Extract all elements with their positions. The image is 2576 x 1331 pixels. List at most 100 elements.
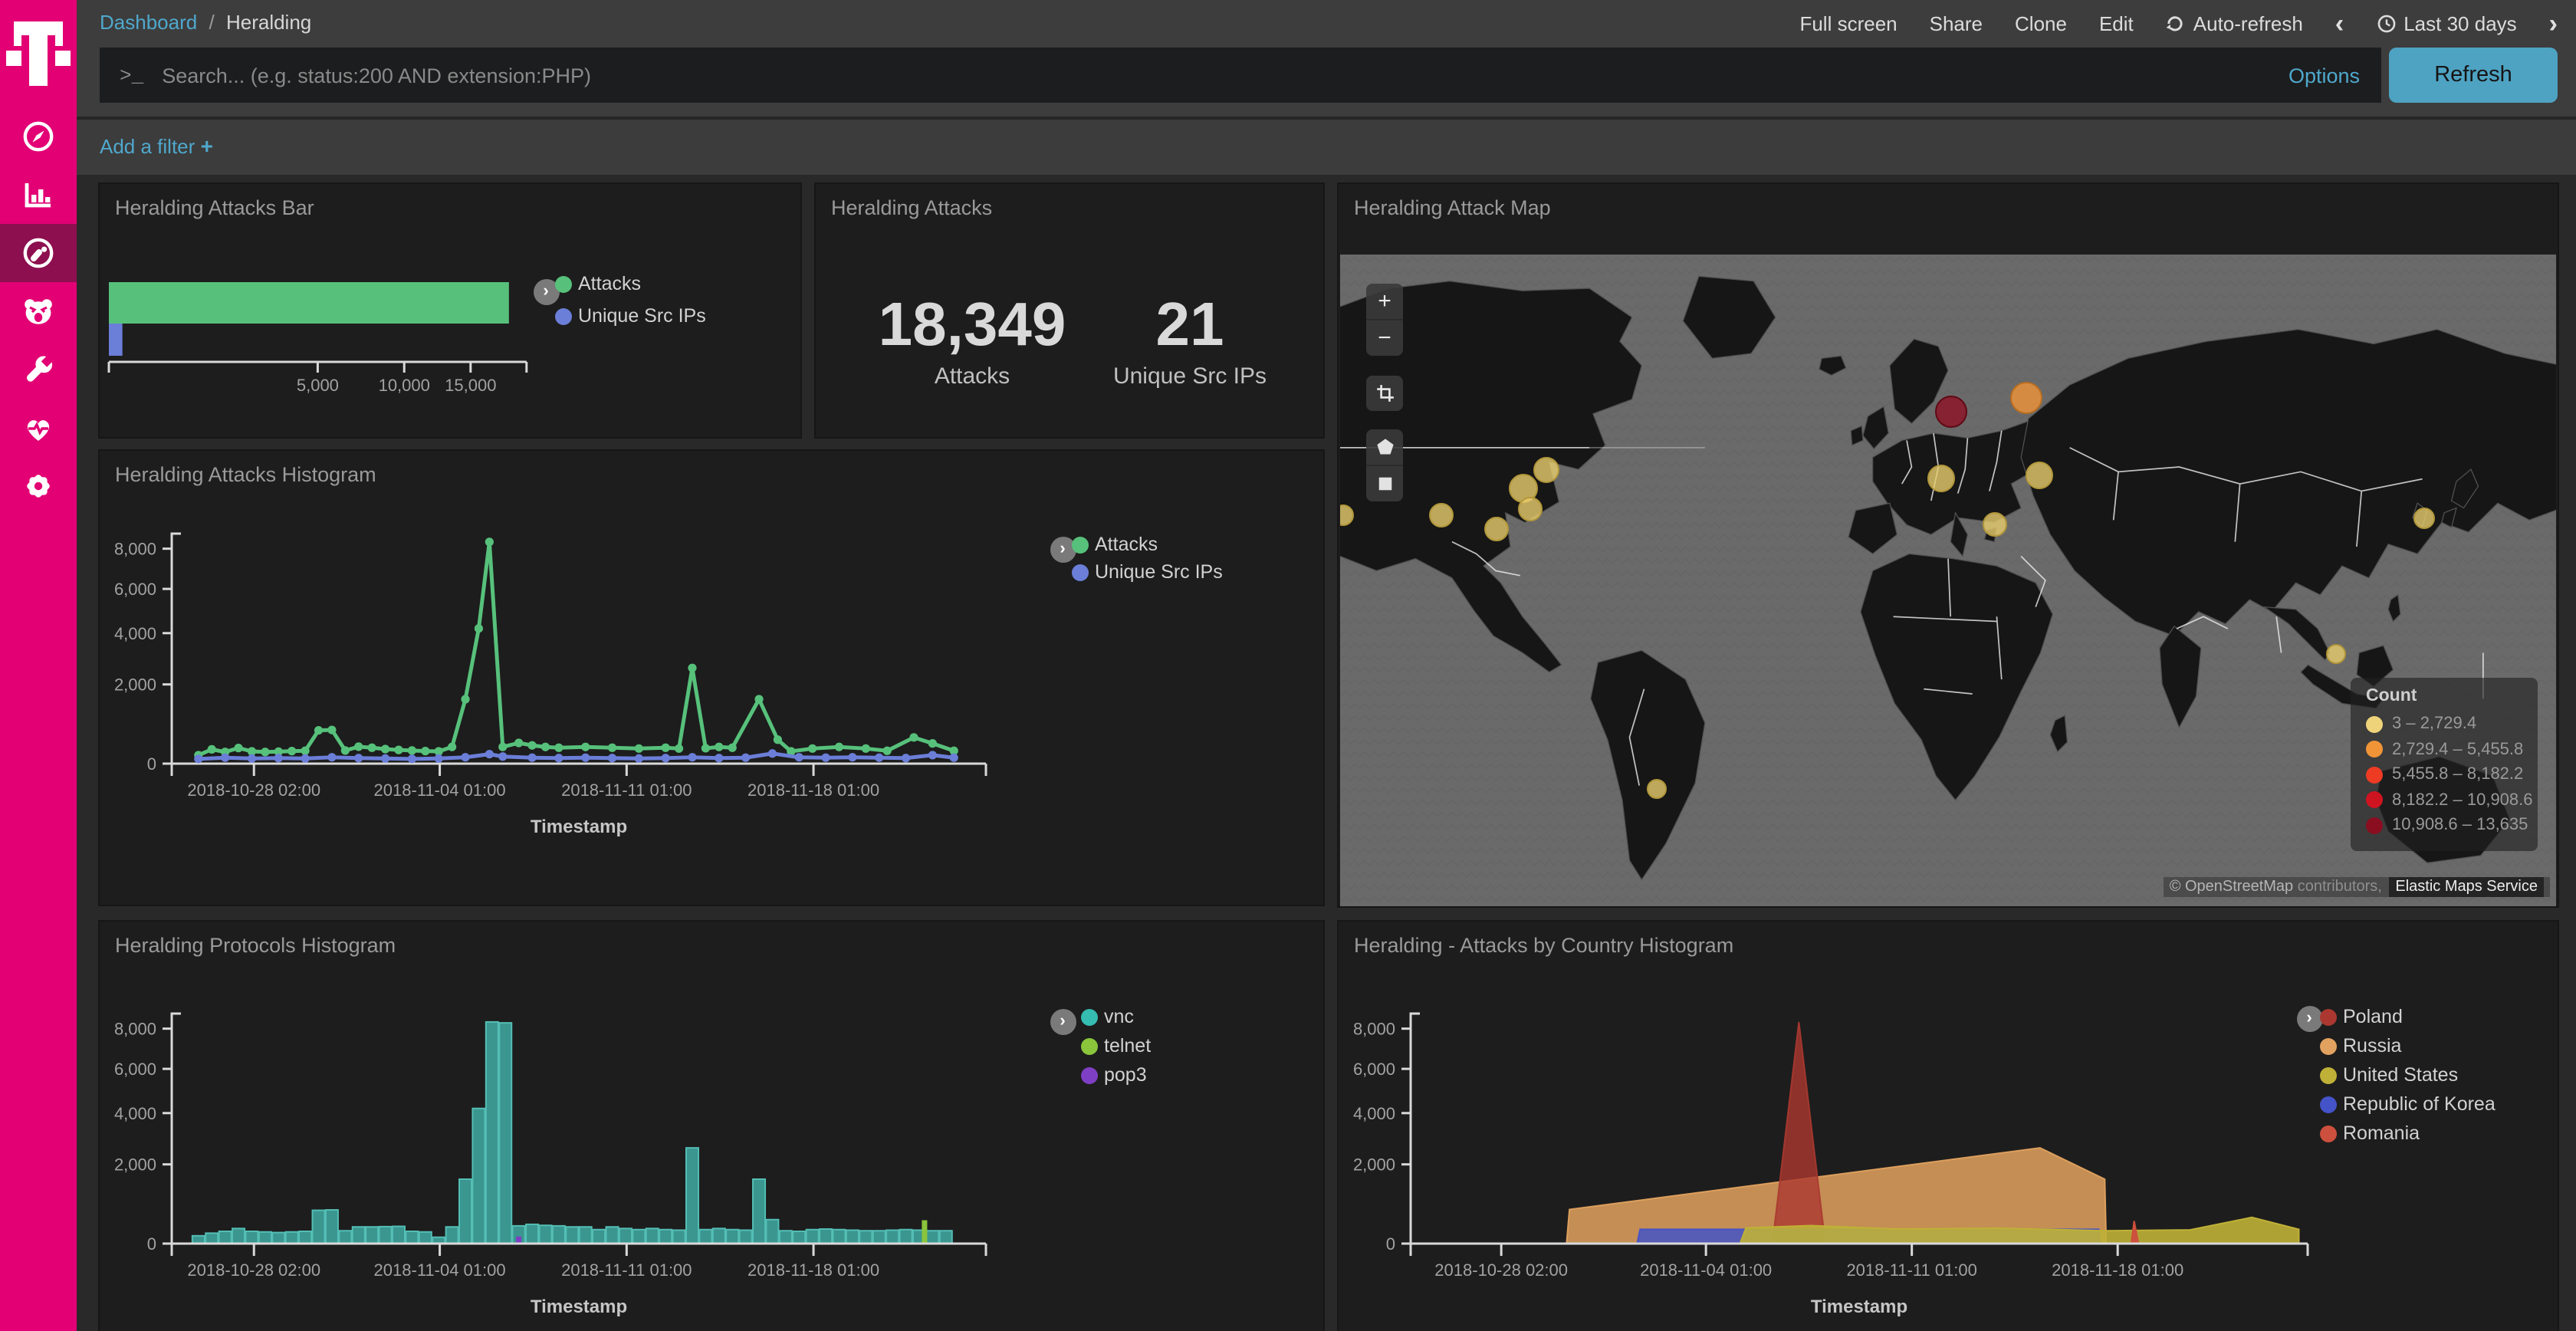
map-attribution: © OpenStreetMap contributors, Elastic Ma… [2164,877,2550,897]
search-box: >_ Options [100,48,2381,103]
refresh-button[interactable]: Refresh [2389,48,2558,103]
panel-title[interactable]: Heralding Attacks [831,196,992,219]
legend-label: pop3 [1104,1064,1147,1086]
map-legend-item: 8,182.2 – 10,908.6 [2366,787,2538,813]
legend-item[interactable]: Russia [2320,1035,2401,1057]
legend-color-dot [2366,817,2383,834]
sidebar-item-t-pot[interactable] [0,282,77,340]
legend-color-dot [2320,1037,2337,1054]
sidebar-item-dashboard[interactable] [0,224,77,282]
svg-text:8,000: 8,000 [114,1020,156,1039]
legend-item[interactable]: Romania [2320,1122,2420,1144]
legend-item[interactable]: Attacks [1072,534,1158,555]
svg-text:2018-11-18 01:00: 2018-11-18 01:00 [748,1260,879,1280]
legend-item[interactable]: United States [2320,1064,2458,1086]
share-button[interactable]: Share [1930,12,1983,35]
attack-location-dot[interactable] [1517,497,1542,521]
country-histogram-chart[interactable]: 02,0004,0006,0008,0002018-10-28 02:00201… [1339,922,2558,1331]
sidebar-item-monitoring[interactable] [0,399,77,457]
auto-refresh-button[interactable]: Auto-refresh [2166,12,2303,35]
plus-icon: + [201,133,213,158]
zoom-out-button[interactable]: − [1366,320,1403,356]
legend-item[interactable]: Poland [2320,1006,2403,1027]
bear-icon [21,294,55,328]
svg-text:2018-10-28 02:00: 2018-10-28 02:00 [1434,1260,1568,1280]
panel-title[interactable]: Heralding Protocols Histogram [115,934,396,957]
sidebar-item-management[interactable] [0,457,77,515]
legend-item[interactable]: telnet [1081,1035,1151,1057]
legend-label: Republic of Korea [2343,1093,2496,1115]
full-screen-button[interactable]: Full screen [1799,12,1897,35]
legend-color-dot [1081,1008,1098,1025]
svg-text:2,000: 2,000 [114,1155,156,1175]
openstreetmap-link[interactable]: © OpenStreetMap [2170,879,2294,896]
legend-item[interactable]: Unique Src IPs [555,305,706,327]
add-filter-link[interactable]: Add a filter + [100,133,213,158]
time-range-picker[interactable]: Last 30 days [2376,12,2516,35]
telekom-logo-shape [29,21,48,86]
legend-label: telnet [1104,1035,1151,1057]
breadcrumb-dashboard-link[interactable]: Dashboard [100,11,197,34]
svg-text:6,000: 6,000 [1353,1060,1395,1079]
rectangle-draw-button[interactable] [1366,466,1403,501]
legend-label: Poland [2343,1006,2403,1027]
legend-toggle-arrow[interactable]: › [2296,1005,2322,1031]
legend-label: Attacks [578,273,641,294]
map-count-legend: Count 3 – 2,729.42,729.4 – 5,455.85,455.… [2351,678,2538,850]
legend-item[interactable]: Attacks [555,273,641,294]
legend-label: Attacks [1095,534,1158,555]
svg-text:6,000: 6,000 [114,1060,156,1079]
polygon-draw-button[interactable] [1366,429,1403,466]
legend-item[interactable]: vnc [1081,1006,1134,1027]
legend-item[interactable]: pop3 [1081,1064,1147,1086]
telekom-logo[interactable] [0,0,77,92]
legend-range-label: 2,729.4 – 5,455.8 [2392,741,2523,759]
svg-text:2,000: 2,000 [114,675,156,695]
attack-location-dot[interactable] [1429,503,1454,527]
options-link[interactable]: Options [2288,64,2360,87]
breadcrumb-separator: / [202,11,220,34]
breadcrumb-current: Heralding [226,11,311,34]
panel-heralding-attack-map: Heralding Attack Map [1339,184,2558,906]
crop-fit-button[interactable] [1366,376,1403,411]
legend-title: Count [2366,687,2538,705]
elastic-maps-service-link[interactable]: Elastic Maps Service [2389,877,2544,897]
panel-title[interactable]: Heralding Attacks Histogram [115,463,376,486]
legend-range-label: 8,182.2 – 10,908.6 [2392,791,2533,810]
attack-map-canvas[interactable]: + − [1340,255,2556,906]
panel-title[interactable]: Heralding Attack Map [1354,196,1551,219]
zoom-in-button[interactable]: + [1366,284,1403,320]
protocols-histogram-chart[interactable]: 02,0004,0006,0008,0002018-10-28 02:00201… [100,922,1323,1331]
wrench-icon [21,353,55,386]
legend-item[interactable]: Unique Src IPs [1072,561,1223,583]
panel-title[interactable]: Heralding Attacks Bar [115,196,314,219]
clone-button[interactable]: Clone [2015,12,2067,35]
attack-location-dot[interactable] [1927,465,1954,492]
time-back-button[interactable]: ‹ [2335,10,2344,36]
legend-color-dot [1072,536,1089,553]
edit-button[interactable]: Edit [2099,12,2134,35]
kibana-dashboard: Dashboard / Heralding Full screen Share … [0,0,2576,1331]
attack-location-dot[interactable] [2026,461,2053,488]
legend-color-dot [1081,1037,1098,1054]
map-legend-item: 2,729.4 – 5,455.8 [2366,737,2538,762]
attack-location-dot[interactable] [2326,644,2346,664]
attack-location-dot[interactable] [1534,457,1560,483]
attacks-histogram-chart[interactable]: 02,0004,0006,0008,0002018-10-28 02:00201… [100,451,1323,905]
sidebar-item-dev-tools[interactable] [0,340,77,399]
gauge-icon [21,236,55,270]
metric-attacks: 18,349Attacks [865,294,1079,389]
metric-value: 21 [1083,294,1297,356]
attack-location-dot[interactable] [1646,779,1666,799]
legend-toggle-arrow[interactable]: › [1050,1008,1076,1034]
sidebar-item-discover[interactable] [0,107,77,166]
legend-range-label: 10,908.6 – 13,635 [2392,817,2528,835]
svg-text:2018-10-28 02:00: 2018-10-28 02:00 [187,781,320,800]
sidebar-item-visualize[interactable] [0,166,77,224]
svg-text:8,000: 8,000 [114,540,156,559]
time-forward-button[interactable]: › [2549,10,2558,36]
attacks-bar-chart[interactable]: 5,00010,00015,000›AttacksUnique Src IPs [100,184,800,437]
panel-title[interactable]: Heralding - Attacks by Country Histogram [1354,934,1733,957]
legend-item[interactable]: Republic of Korea [2320,1093,2496,1115]
search-input[interactable] [159,62,2288,88]
